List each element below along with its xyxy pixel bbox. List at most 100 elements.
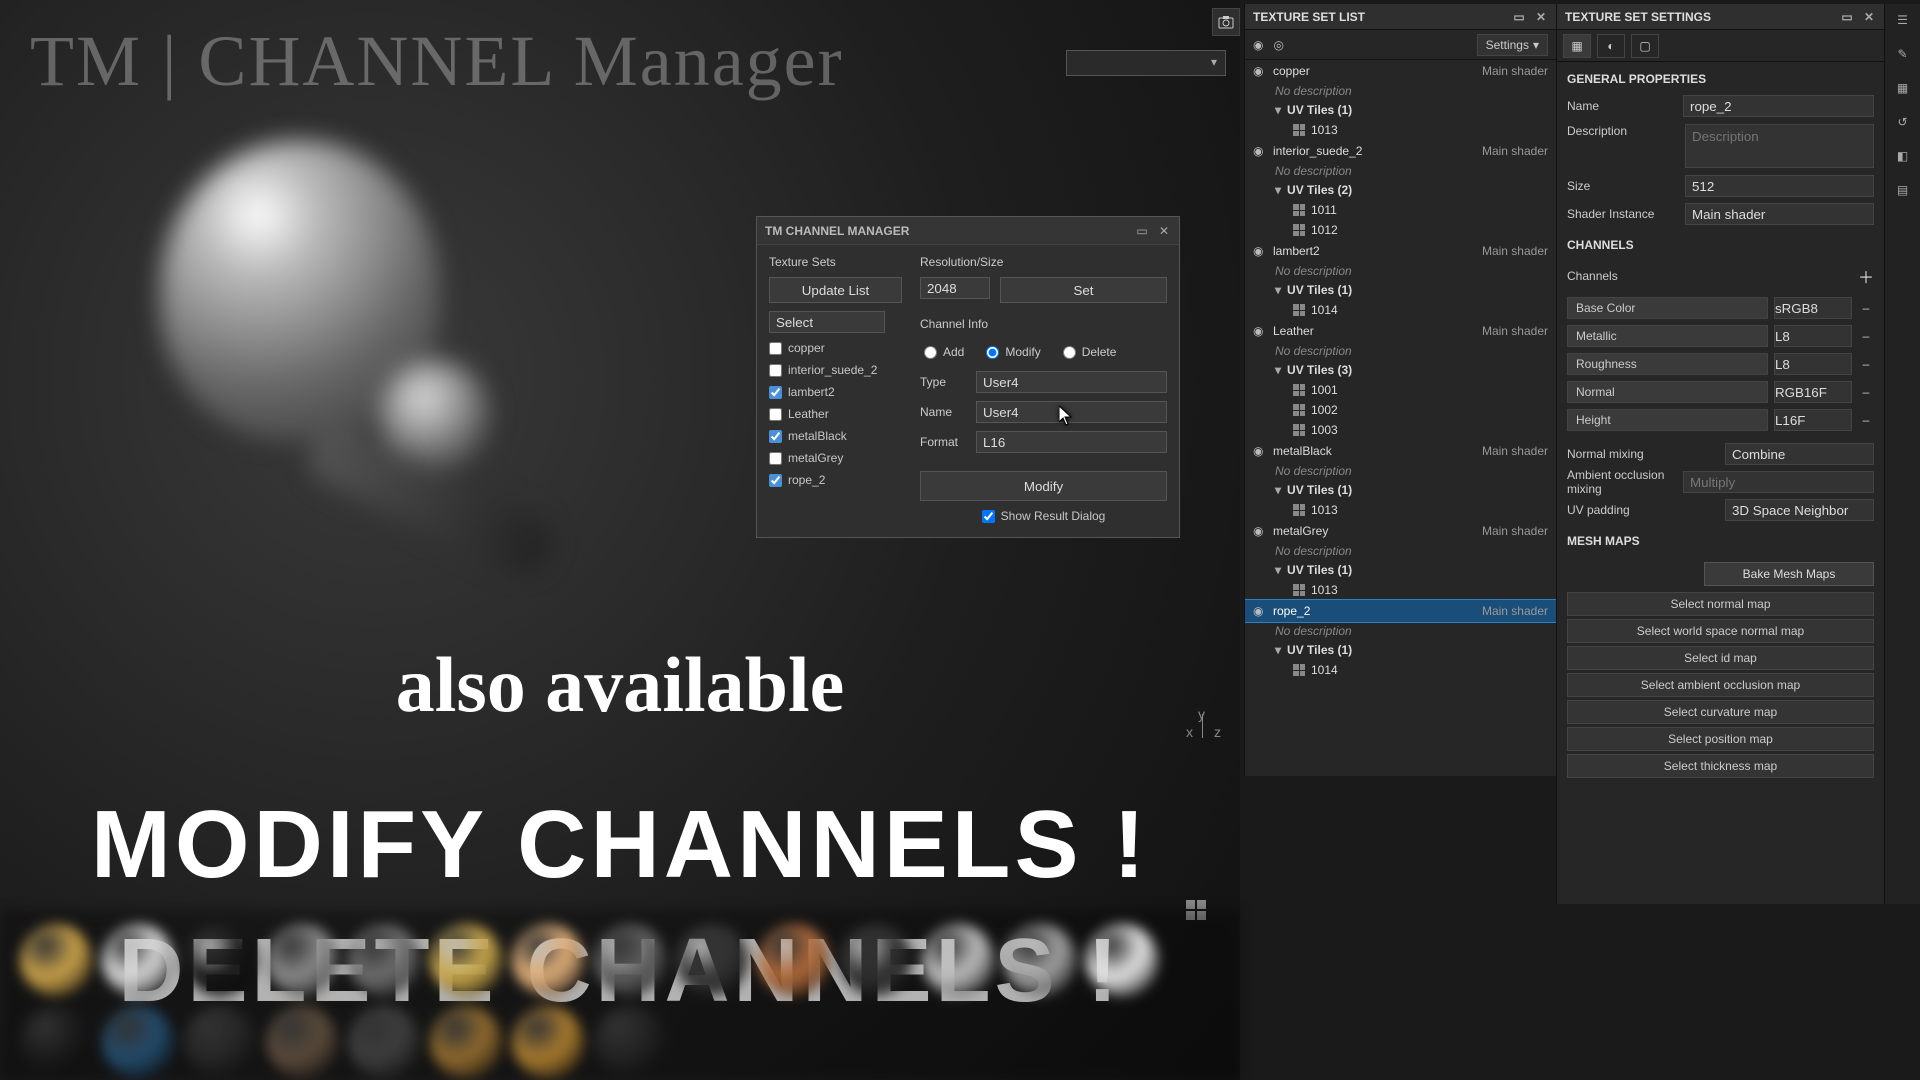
undock-icon[interactable]: ▭ — [1840, 10, 1854, 24]
material-swatch[interactable] — [676, 924, 748, 996]
tsl-texture-set-row[interactable]: ◉ Leather Main shader — [1245, 320, 1556, 342]
format-select[interactable]: L16 — [976, 431, 1167, 453]
undock-icon[interactable]: ▭ — [1512, 10, 1526, 24]
visibility-icon[interactable]: ◉ — [1253, 144, 1267, 158]
texture-set-checkbox[interactable] — [769, 364, 782, 377]
tsl-tile-row[interactable]: 1013 — [1245, 500, 1556, 520]
material-swatch[interactable] — [102, 1006, 174, 1078]
texture-set-select[interactable]: Select — [769, 311, 885, 333]
tss-size-select[interactable]: 512 — [1685, 175, 1874, 197]
texture-set-checkbox[interactable] — [769, 386, 782, 399]
material-swatch[interactable] — [512, 924, 584, 996]
visibility-icon[interactable]: ◉ — [1253, 64, 1267, 78]
radio-add[interactable]: Add — [924, 345, 964, 359]
viewport-3d[interactable]: TM | CHANNEL Manager y x z also availabl… — [0, 0, 1240, 1080]
texture-set-checkbox[interactable] — [769, 474, 782, 487]
material-swatch[interactable] — [20, 924, 92, 996]
mesh-map-select-button[interactable]: Select id map — [1567, 646, 1874, 670]
material-swatch[interactable] — [1004, 924, 1076, 996]
name-input[interactable] — [976, 401, 1167, 423]
normal-mixing-select[interactable]: Combine — [1725, 443, 1874, 465]
tsl-tile-row[interactable]: 1013 — [1245, 120, 1556, 140]
modify-button[interactable]: Modify — [920, 471, 1167, 501]
texture-set-row[interactable]: lambert2 — [769, 381, 902, 403]
tsl-uv-tiles-row[interactable]: ▾ UV Tiles (1) — [1245, 640, 1556, 660]
tsl-uv-tiles-row[interactable]: ▾ UV Tiles (1) — [1245, 480, 1556, 500]
remove-channel-icon[interactable]: – — [1858, 357, 1874, 371]
mesh-map-select-button[interactable]: Select position map — [1567, 727, 1874, 751]
material-swatch[interactable] — [594, 1006, 666, 1078]
texture-set-row[interactable]: Leather — [769, 403, 902, 425]
tsl-texture-set-row[interactable]: ◉ metalGrey Main shader — [1245, 520, 1556, 542]
tsl-texture-set-row[interactable]: ◉ metalBlack Main shader — [1245, 440, 1556, 462]
shelf-icon[interactable]: ▤ — [1893, 180, 1913, 200]
texture-set-row[interactable]: metalBlack — [769, 425, 902, 447]
hide-all-icon[interactable]: ◎ — [1273, 38, 1283, 52]
visibility-icon[interactable]: ◉ — [1253, 444, 1267, 458]
tsl-uv-tiles-row[interactable]: ▾ UV Tiles (3) — [1245, 360, 1556, 380]
channel-name[interactable]: Height — [1567, 409, 1768, 431]
close-icon[interactable]: ✕ — [1157, 224, 1171, 238]
brush-icon[interactable]: ✎ — [1893, 44, 1913, 64]
material-swatch[interactable] — [1086, 924, 1158, 996]
material-swatch[interactable] — [266, 924, 338, 996]
texture-set-row[interactable]: metalGrey — [769, 447, 902, 469]
tss-name-input[interactable] — [1683, 95, 1874, 117]
material-swatch[interactable] — [184, 924, 256, 996]
texture-set-checkbox[interactable] — [769, 408, 782, 421]
remove-channel-icon[interactable]: – — [1858, 413, 1874, 427]
bake-mesh-maps-button[interactable]: Bake Mesh Maps — [1704, 562, 1874, 586]
add-channel-icon[interactable]: ＋ — [1858, 264, 1874, 288]
tsl-texture-set-row[interactable]: ◉ lambert2 Main shader — [1245, 240, 1556, 262]
viewport-mode-dropdown[interactable] — [1066, 50, 1226, 76]
material-swatch[interactable] — [594, 924, 666, 996]
mode-sphere-icon[interactable]: ◐ — [1597, 34, 1625, 58]
tsl-uv-tiles-row[interactable]: ▾ UV Tiles (2) — [1245, 180, 1556, 200]
remove-channel-icon[interactable]: – — [1858, 301, 1874, 315]
tsl-tile-row[interactable]: 1013 — [1245, 580, 1556, 600]
material-swatch[interactable] — [512, 1006, 584, 1078]
material-swatch[interactable] — [184, 1006, 256, 1078]
texture-set-row[interactable]: interior_suede_2 — [769, 359, 902, 381]
uv-padding-select[interactable]: 3D Space Neighbor — [1725, 499, 1874, 521]
tsl-uv-tiles-row[interactable]: ▾ UV Tiles (1) — [1245, 560, 1556, 580]
dock-icon[interactable]: ▭ — [1135, 224, 1149, 238]
layers-icon[interactable]: ☰ — [1893, 10, 1913, 30]
mesh-map-select-button[interactable]: Select world space normal map — [1567, 619, 1874, 643]
close-icon[interactable]: ✕ — [1534, 10, 1548, 24]
channel-name[interactable]: Normal — [1567, 381, 1768, 403]
texture-icon[interactable]: ▦ — [1893, 78, 1913, 98]
material-swatch[interactable] — [430, 1006, 502, 1078]
material-swatch[interactable] — [922, 924, 994, 996]
mode-material-icon[interactable]: ▦ — [1563, 34, 1591, 58]
tsl-tile-row[interactable]: 1011 — [1245, 200, 1556, 220]
tss-shader-select[interactable]: Main shader — [1685, 203, 1874, 225]
channel-format-select[interactable]: RGB16F — [1774, 381, 1852, 403]
channel-format-select[interactable]: L8 — [1774, 325, 1852, 347]
tsl-texture-set-row[interactable]: ◉ interior_suede_2 Main shader — [1245, 140, 1556, 162]
material-swatch[interactable] — [20, 1006, 92, 1078]
tsl-settings-button[interactable]: Settings▾ — [1477, 34, 1548, 56]
tsl-tile-row[interactable]: 1002 — [1245, 400, 1556, 420]
tss-desc-input[interactable] — [1685, 124, 1874, 168]
channel-format-select[interactable]: L16F — [1774, 409, 1852, 431]
material-swatch[interactable] — [266, 1006, 338, 1078]
texture-set-checkbox[interactable] — [769, 342, 782, 355]
close-icon[interactable]: ✕ — [1862, 10, 1876, 24]
type-select[interactable]: User4 — [976, 371, 1167, 393]
radio-modify[interactable]: Modify — [986, 345, 1040, 359]
tsl-tile-row[interactable]: 1012 — [1245, 220, 1556, 240]
history-icon[interactable]: ↺ — [1893, 112, 1913, 132]
tsl-tile-row[interactable]: 1003 — [1245, 420, 1556, 440]
texture-set-checkbox[interactable] — [769, 452, 782, 465]
remove-channel-icon[interactable]: – — [1858, 385, 1874, 399]
show-all-icon[interactable]: ◉ — [1253, 38, 1263, 52]
mesh-map-select-button[interactable]: Select thickness map — [1567, 754, 1874, 778]
mode-uv-icon[interactable]: ▢ — [1631, 34, 1659, 58]
mesh-map-select-button[interactable]: Select ambient occlusion map — [1567, 673, 1874, 697]
visibility-icon[interactable]: ◉ — [1253, 324, 1267, 338]
material-swatch[interactable] — [102, 924, 174, 996]
display-icon[interactable]: ◧ — [1893, 146, 1913, 166]
visibility-icon[interactable]: ◉ — [1253, 604, 1267, 618]
texture-set-row[interactable]: copper — [769, 337, 902, 359]
